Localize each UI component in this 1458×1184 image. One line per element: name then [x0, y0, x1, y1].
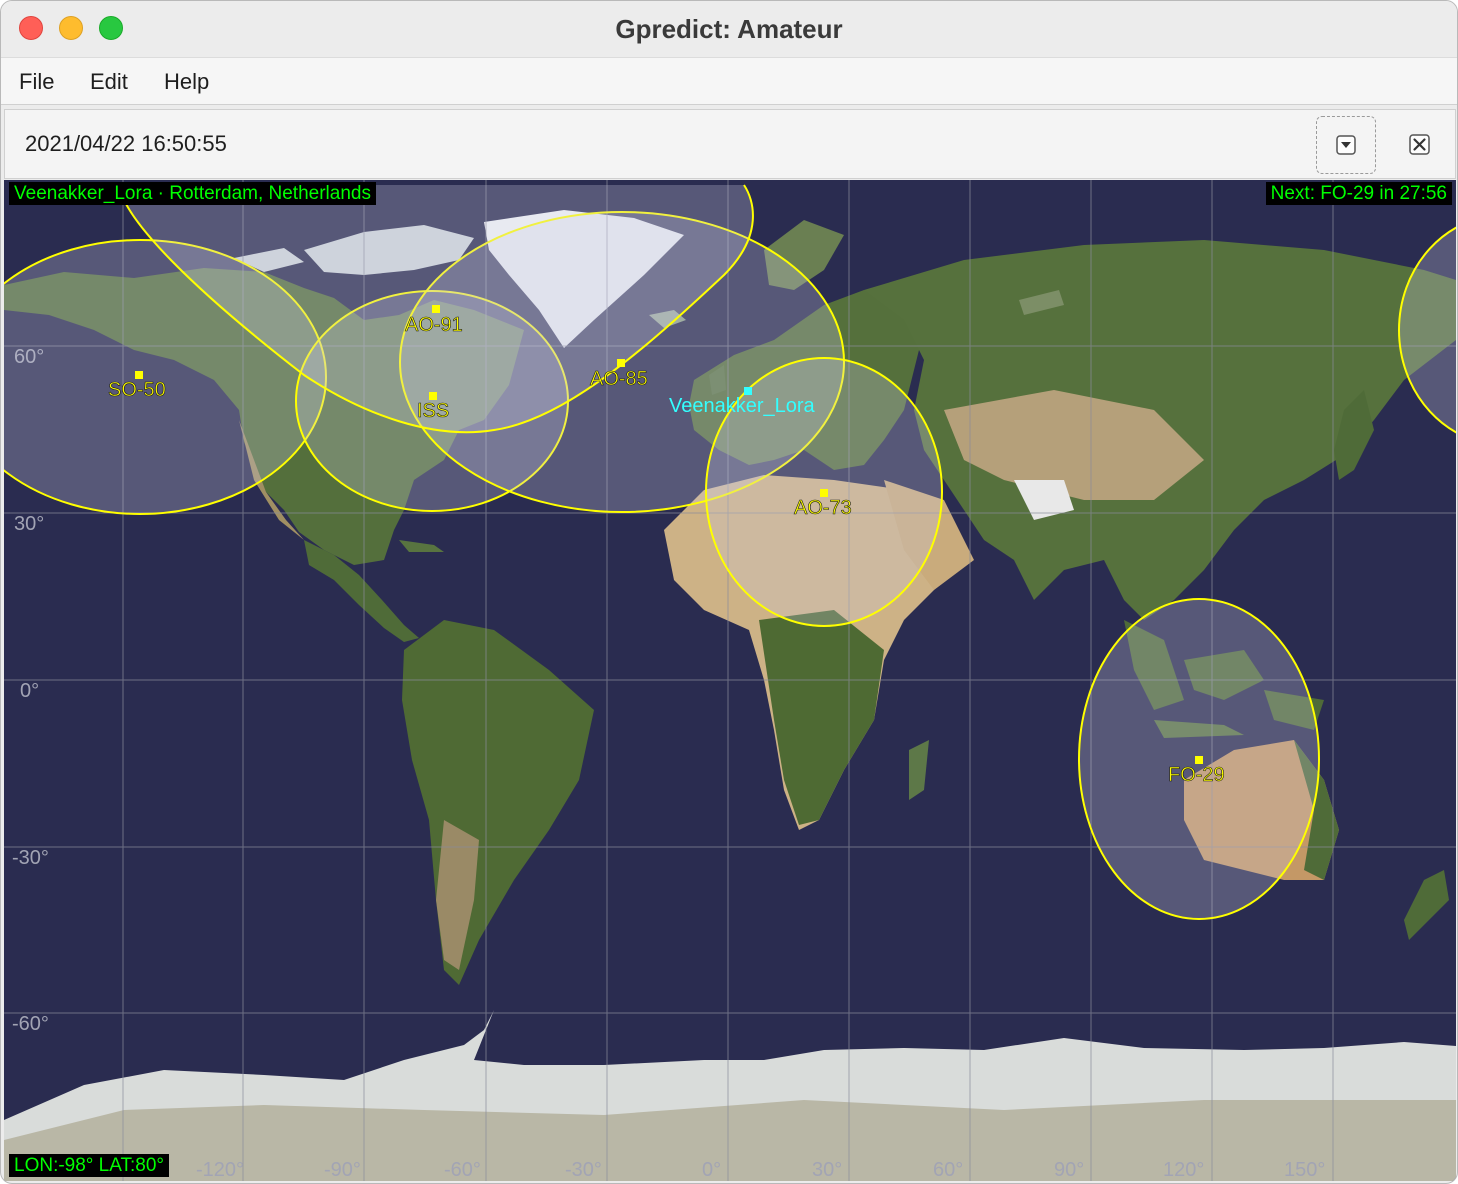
app-window: Gpredict: Amateur File Edit Help 2021/04… — [0, 0, 1458, 1184]
dropdown-arrow-icon — [1336, 135, 1356, 155]
title-bar[interactable]: Gpredict: Amateur — [1, 1, 1457, 57]
satellite-marker[interactable] — [1195, 756, 1203, 764]
satellite-marker[interactable] — [429, 392, 437, 400]
satellite-label: SO-50 — [108, 379, 166, 401]
lon-label: 30° — [812, 1159, 842, 1181]
lon-label: 120° — [1163, 1159, 1204, 1181]
menu-bar: File Edit Help — [1, 57, 1457, 105]
lon-label: -90° — [324, 1159, 361, 1181]
lat-label: 30° — [14, 513, 44, 535]
module-options-button[interactable] — [1316, 116, 1376, 174]
close-icon — [1409, 134, 1430, 155]
menu-file[interactable]: File — [19, 69, 54, 95]
satellite-marker[interactable] — [820, 489, 828, 497]
lon-label: -30° — [565, 1159, 602, 1181]
lon-label: 60° — [933, 1159, 963, 1181]
map-canvas: 60° 30° 0° -30° -60° -120° -90° -60° -30… — [4, 180, 1456, 1181]
module-close-button[interactable] — [1390, 116, 1448, 174]
world-map[interactable]: 60° 30° 0° -30° -60° -120° -90° -60° -30… — [4, 180, 1456, 1181]
satellite-label: AO-91 — [405, 314, 463, 336]
next-event: Next: FO-29 in 27:56 — [1265, 182, 1452, 205]
module-clock: 2021/04/22 16:50:55 — [25, 131, 227, 156]
lon-label: 0° — [702, 1159, 721, 1181]
lat-label: 0° — [20, 680, 39, 702]
satellite-marker[interactable] — [617, 359, 625, 367]
module-header: 2021/04/22 16:50:55 — [4, 109, 1456, 179]
qth-info: Veenakker_Lora · Rotterdam, Netherlands — [9, 182, 376, 205]
lon-label: -120° — [196, 1159, 244, 1181]
satellite-marker[interactable] — [432, 305, 440, 313]
satellite-marker[interactable] — [135, 371, 143, 379]
lon-label: 150° — [1284, 1159, 1325, 1181]
menu-help[interactable]: Help — [164, 69, 209, 95]
lon-label: -60° — [444, 1159, 481, 1181]
satellite-label: AO-85 — [590, 368, 648, 390]
ground-station-label: Veenakker_Lora — [669, 395, 816, 417]
ground-station-marker[interactable] — [744, 387, 752, 395]
lat-label: -30° — [12, 847, 49, 869]
cursor-position: LON:-98° LAT:80° — [9, 1154, 170, 1177]
lat-label: -60° — [12, 1013, 49, 1035]
lon-label: 90° — [1054, 1159, 1084, 1181]
satellite-label: AO-73 — [794, 497, 852, 519]
window-title: Gpredict: Amateur — [615, 14, 843, 44]
menu-edit[interactable]: Edit — [90, 69, 128, 95]
satellite-label: FO-29 — [1168, 764, 1225, 786]
satellite-label: ISS — [417, 400, 449, 422]
